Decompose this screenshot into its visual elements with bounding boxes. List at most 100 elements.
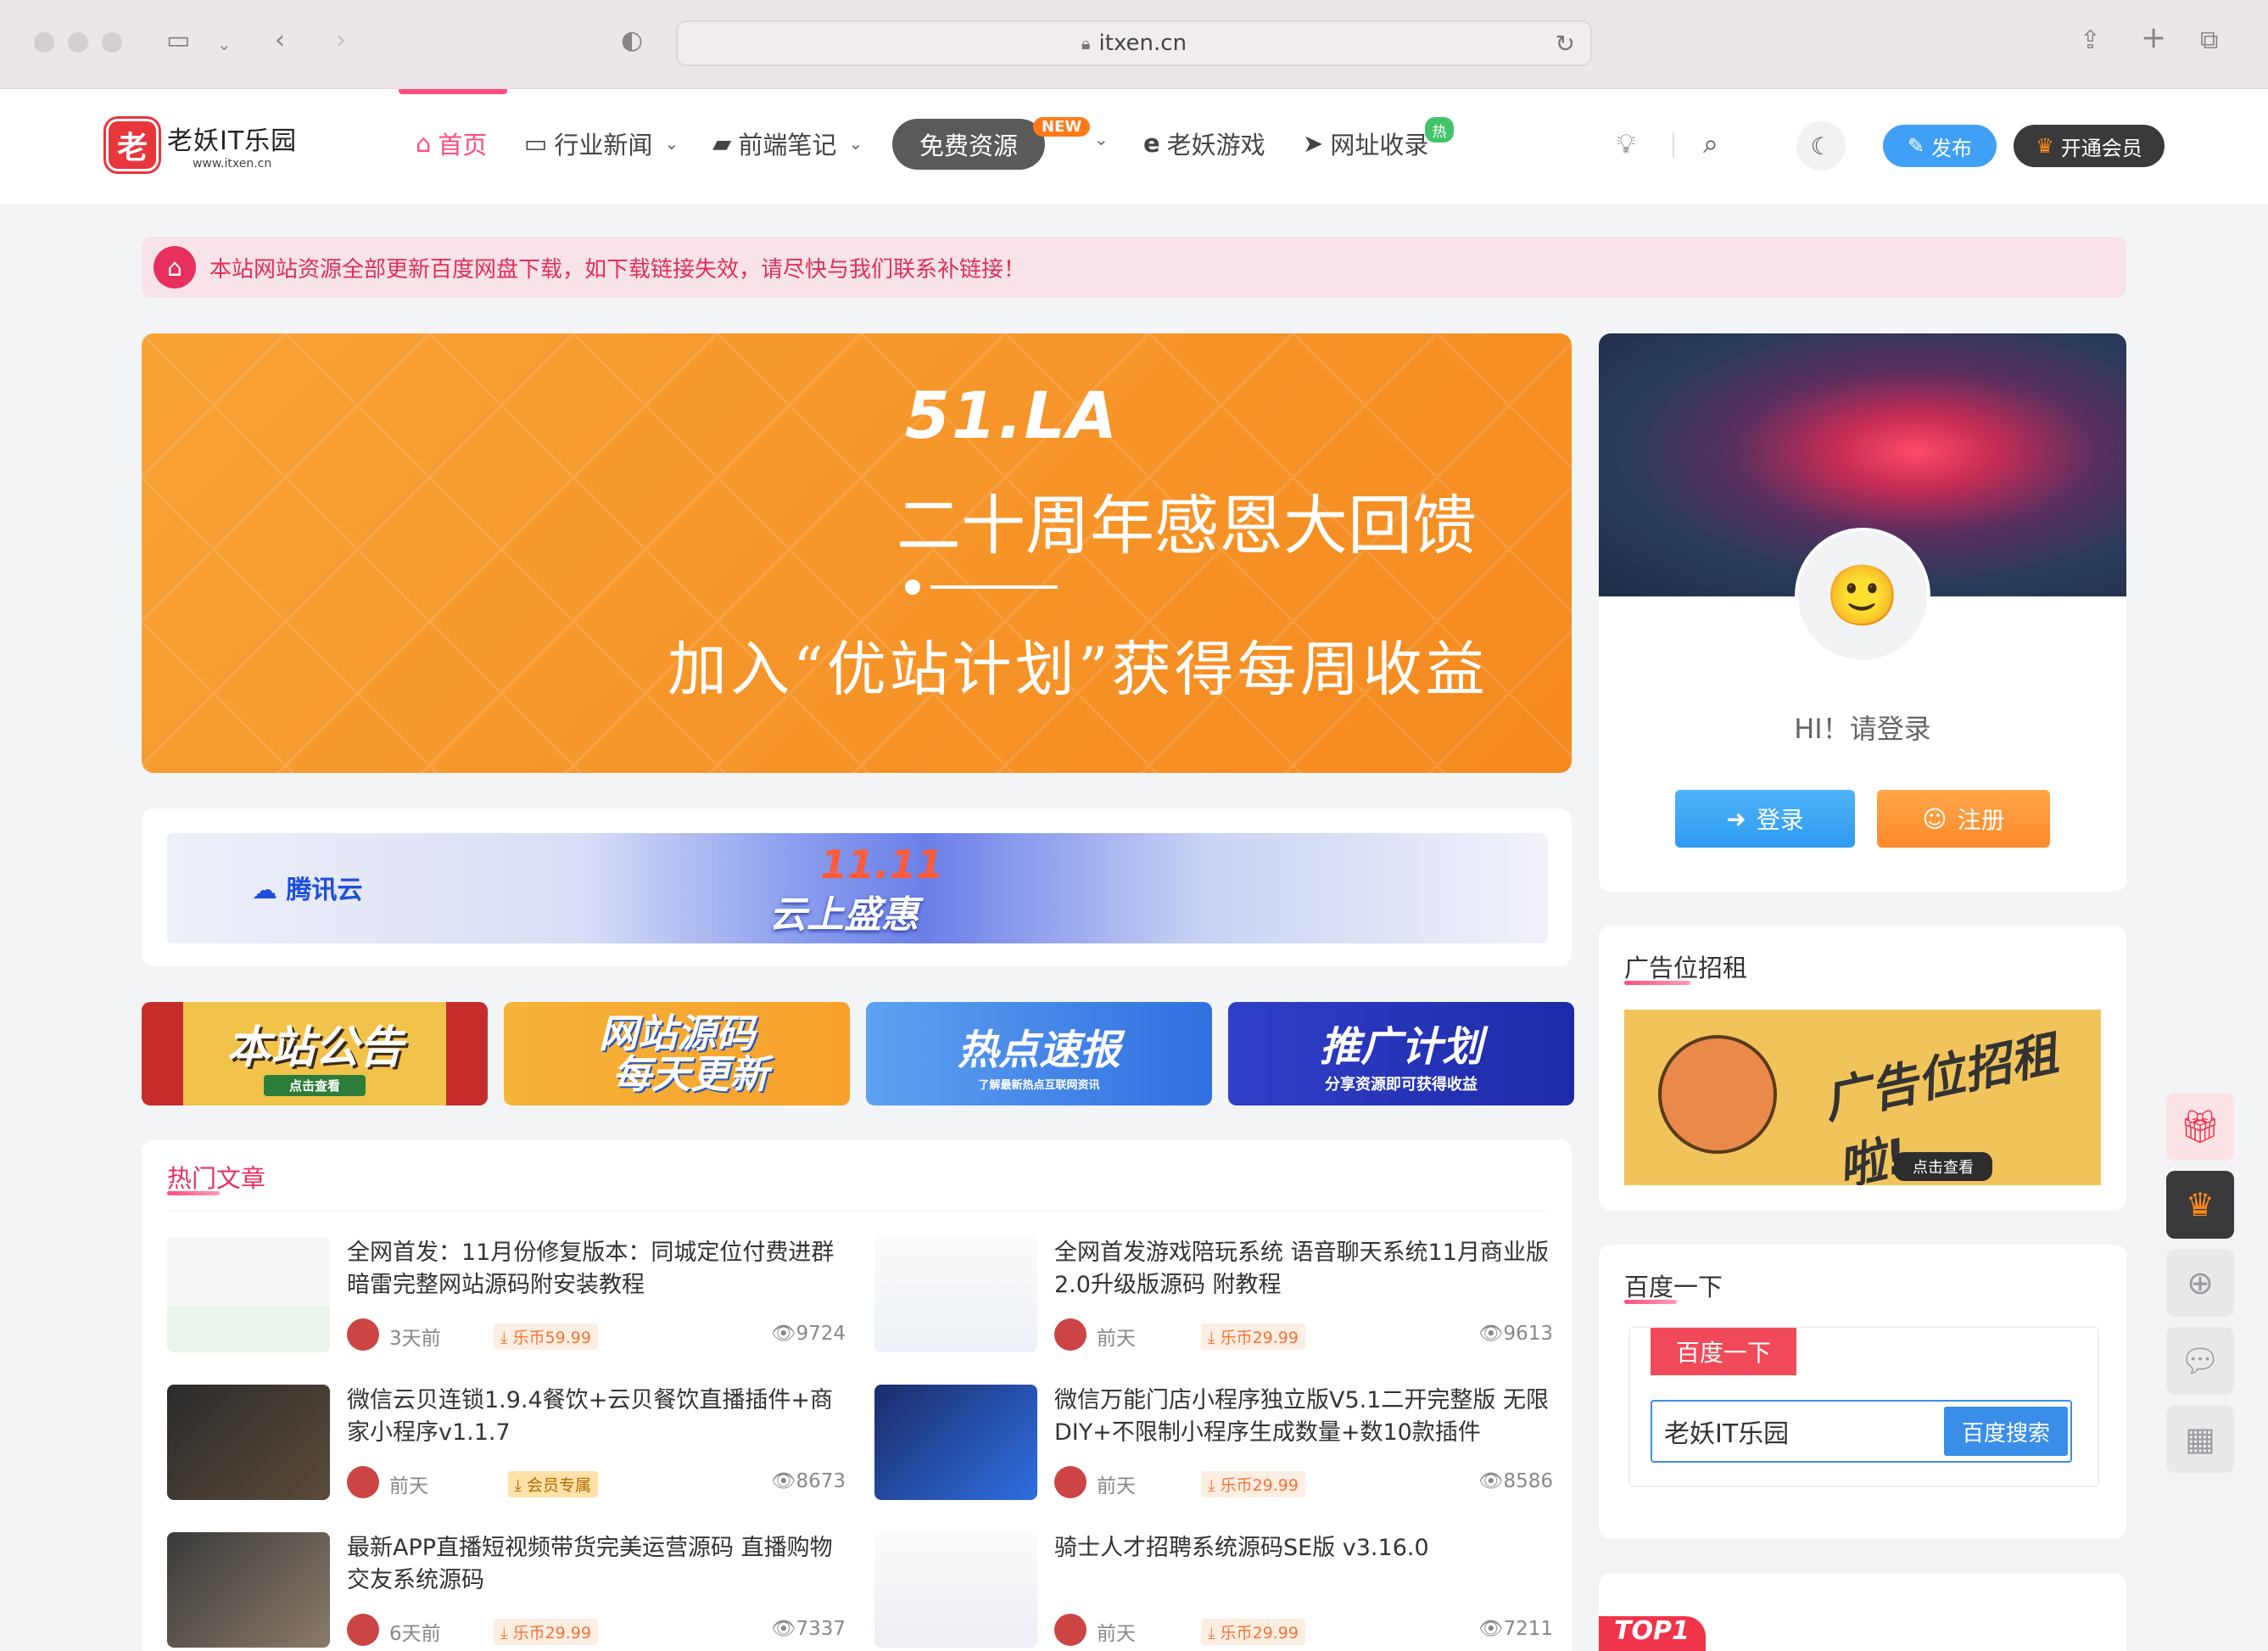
back-icon[interactable]: ‹ [275, 25, 285, 55]
article-title[interactable]: 微信云贝连锁1.9.4餐饮+云贝餐饮直播插件+商家小程序v1.1.7 [347, 1385, 843, 1451]
chevron-down-icon[interactable]: ⌄ [217, 34, 232, 54]
login-button[interactable]: ➜ 登录 [1675, 790, 1855, 848]
baidu-title: 百度一下 [1624, 1273, 1723, 1301]
vip-button[interactable]: ♛ 开通会员 [2014, 125, 2165, 167]
article-thumbnail[interactable] [167, 1385, 330, 1500]
list-item[interactable]: 全网首发：11月份修复版本：同城定位付费进群暗雷完整网站源码附安装教程 3天前 ⤓ … [167, 1237, 846, 1364]
publish-button[interactable]: ✎ 发布 [1883, 125, 1997, 167]
list-item[interactable]: 最新APP直播短视频带货完美运营源码 直播购物交友系统源码 6天前 ⤓ 乐币29.9… [167, 1532, 846, 1651]
baidu-tab[interactable]: 百度一下 [1651, 1328, 1796, 1375]
download-icon: ⤓ [1208, 1624, 1215, 1643]
nav-frontend-notes[interactable]: ▰ 前端笔记 ⌄ [712, 126, 863, 161]
title-underline [1624, 1300, 1677, 1304]
gift-icon[interactable]: 🎁︎ [2166, 1093, 2234, 1161]
register-button[interactable]: ☺ 注册 [1877, 790, 2050, 848]
source-code-banner[interactable]: 网站源码 每天更新 [504, 1002, 850, 1105]
sidebar-toggle-icon[interactable]: ▭ [166, 25, 190, 55]
qr-code-icon[interactable]: ▦ [2166, 1405, 2234, 1473]
article-thumbnail[interactable] [167, 1237, 330, 1352]
dark-mode-icon[interactable]: ☾ [1796, 121, 1846, 171]
promotion-banner[interactable]: 推广计划 分享资源即可获得收益 [1228, 1002, 1574, 1105]
nav-free-resources[interactable]: 免费资源 [892, 119, 1045, 170]
privacy-shield-icon[interactable]: ◐ [621, 25, 643, 55]
article-thumbnail[interactable] [874, 1237, 1037, 1352]
author-avatar[interactable] [1054, 1318, 1087, 1351]
eye-icon: 👁︎ [771, 1470, 796, 1492]
banner-sub: 了解最新热点互联网资讯 [978, 1078, 1100, 1092]
share-icon[interactable]: ⇪ [2080, 25, 2101, 55]
hot-news-banner[interactable]: 热点速报 了解最新热点互联网资讯 [866, 1002, 1212, 1105]
nav-url-collection[interactable]: ➤ 网址收录 [1303, 126, 1428, 161]
ad-title: 广告位招租 [1624, 954, 1748, 982]
window-minimize-button[interactable] [68, 32, 88, 53]
forward-icon[interactable]: › [336, 25, 346, 55]
author-avatar[interactable] [1054, 1466, 1087, 1498]
site-logo[interactable]: 老 老妖IT乐园 www.itxen.cn [106, 119, 297, 171]
tencent-cloud-logo: ☁ 腾讯云 [252, 876, 363, 905]
chevron-down-icon: ⌄ [664, 133, 679, 154]
list-item[interactable]: 微信云贝连锁1.9.4餐饮+云贝餐饮直播插件+商家小程序v1.1.7 前天 ⤓ 会员… [167, 1385, 846, 1512]
address-bar[interactable]: 🔒︎ itxen.cn ↻ [676, 20, 1592, 66]
article-thumbnail[interactable] [874, 1532, 1037, 1648]
article-time: 前天 [1097, 1328, 1136, 1350]
eye-icon: 👁︎ [1478, 1323, 1504, 1345]
divider [167, 1211, 1548, 1212]
main-banner[interactable]: 51.LA 二十周年感恩大回馈 加入“优站计划”获得每周收益 [142, 333, 1572, 773]
search-icon[interactable]: ⌕ [1703, 127, 1718, 160]
window-close-button[interactable] [34, 32, 54, 53]
new-tab-icon[interactable]: + [2141, 20, 2166, 55]
logo-domain: www.itxen.cn [192, 157, 272, 171]
list-item[interactable]: 微信万能门店小程序独立版V5.1二开完整版 无限DIY+不限制小程序生成数量+数… [874, 1385, 1553, 1512]
tab-overview-icon[interactable]: ⧉ [2200, 25, 2218, 55]
banner-title: 网站源码 每天更新 [599, 1010, 769, 1097]
eye-icon: 👁︎ [1478, 1470, 1504, 1492]
reload-icon[interactable]: ↻ [1556, 30, 1575, 58]
eye-icon: 👁︎ [1478, 1618, 1504, 1640]
list-item[interactable]: 骑士人才招聘系统源码SE版 v3.16.0 前天 ⤓ 乐币29.99 👁︎7211 [874, 1532, 1553, 1651]
tencent-banner[interactable]: ☁ 腾讯云 11.11 云上盛惠 [167, 833, 1548, 943]
bulb-icon[interactable]: 💡︎ [1617, 127, 1635, 160]
nav-industry-news[interactable]: ▭ 行业新闻 ⌄ [524, 126, 679, 161]
download-icon: ⤓ [500, 1329, 508, 1347]
list-item[interactable]: 全网首发游戏陪玩系统 语音聊天系统11月商业版2.0升级版源码 附教程 前天 ⤓ 乐… [874, 1237, 1553, 1364]
chevron-down-icon[interactable]: ⌄ [1089, 129, 1109, 149]
avatar[interactable]: 🙂 [1795, 528, 1930, 663]
banner-title: 热点速报 [957, 1026, 1120, 1074]
user-icon: ☺ [1922, 804, 1947, 833]
wechat-icon[interactable]: 💬︎ [2166, 1327, 2234, 1395]
new-badge: NEW [1033, 117, 1091, 137]
crown-icon: ♛ [2036, 134, 2054, 158]
eye-icon: 👁︎ [771, 1618, 796, 1640]
cloud-icon: ☁ [252, 876, 277, 905]
announcement-banner[interactable]: 本站公告 点击查看 [142, 1002, 488, 1105]
article-title[interactable]: 全网首发：11月份修复版本：同城定位付费进群暗雷完整网站源码附安装教程 [347, 1237, 843, 1303]
banner-title: 本站公告 [226, 1022, 403, 1073]
article-title[interactable]: 微信万能门店小程序独立版V5.1二开完整版 无限DIY+不限制小程序生成数量+数… [1054, 1385, 1550, 1451]
nav-games[interactable]: e 老妖游戏 [1143, 126, 1265, 161]
article-title[interactable]: 全网首发游戏陪玩系统 语音聊天系统11月商业版2.0升级版源码 附教程 [1054, 1237, 1550, 1303]
article-time: 前天 [389, 1475, 428, 1497]
article-title[interactable]: 骑士人才招聘系统源码SE版 v3.16.0 [1054, 1532, 1550, 1598]
baidu-search-button[interactable]: 百度搜索 [1944, 1407, 2068, 1456]
ad-image[interactable]: 广告位招租啦! 点击查看 [1624, 1010, 2101, 1185]
article-views: 👁︎9724 [771, 1323, 846, 1345]
eye-icon: 👁︎ [771, 1323, 796, 1345]
hot-articles-title: 热门文章 [167, 1164, 266, 1193]
sign-in-icon: ➜ [1726, 804, 1746, 833]
article-title[interactable]: 最新APP直播短视频带货完美运营源码 直播购物交友系统源码 [347, 1532, 843, 1598]
article-thumbnail[interactable] [874, 1385, 1037, 1500]
edge-icon: e [1143, 129, 1160, 158]
window-zoom-button[interactable] [102, 32, 122, 53]
crown-icon[interactable]: ♛ [2166, 1171, 2234, 1239]
author-avatar[interactable] [347, 1318, 379, 1351]
article-price: ⤓ 乐币29.99 [1201, 1619, 1305, 1645]
ad-image-button: 点击查看 [1894, 1152, 1992, 1181]
article-thumbnail[interactable] [167, 1532, 330, 1648]
author-avatar[interactable] [347, 1466, 379, 1498]
author-avatar[interactable] [1054, 1614, 1087, 1646]
add-circle-icon[interactable]: ⊕ [2166, 1249, 2234, 1317]
banner-line [930, 585, 1058, 589]
title-underline [1624, 981, 1690, 985]
author-avatar[interactable] [347, 1614, 379, 1646]
nav-home[interactable]: ⌂ 首页 [416, 126, 487, 161]
